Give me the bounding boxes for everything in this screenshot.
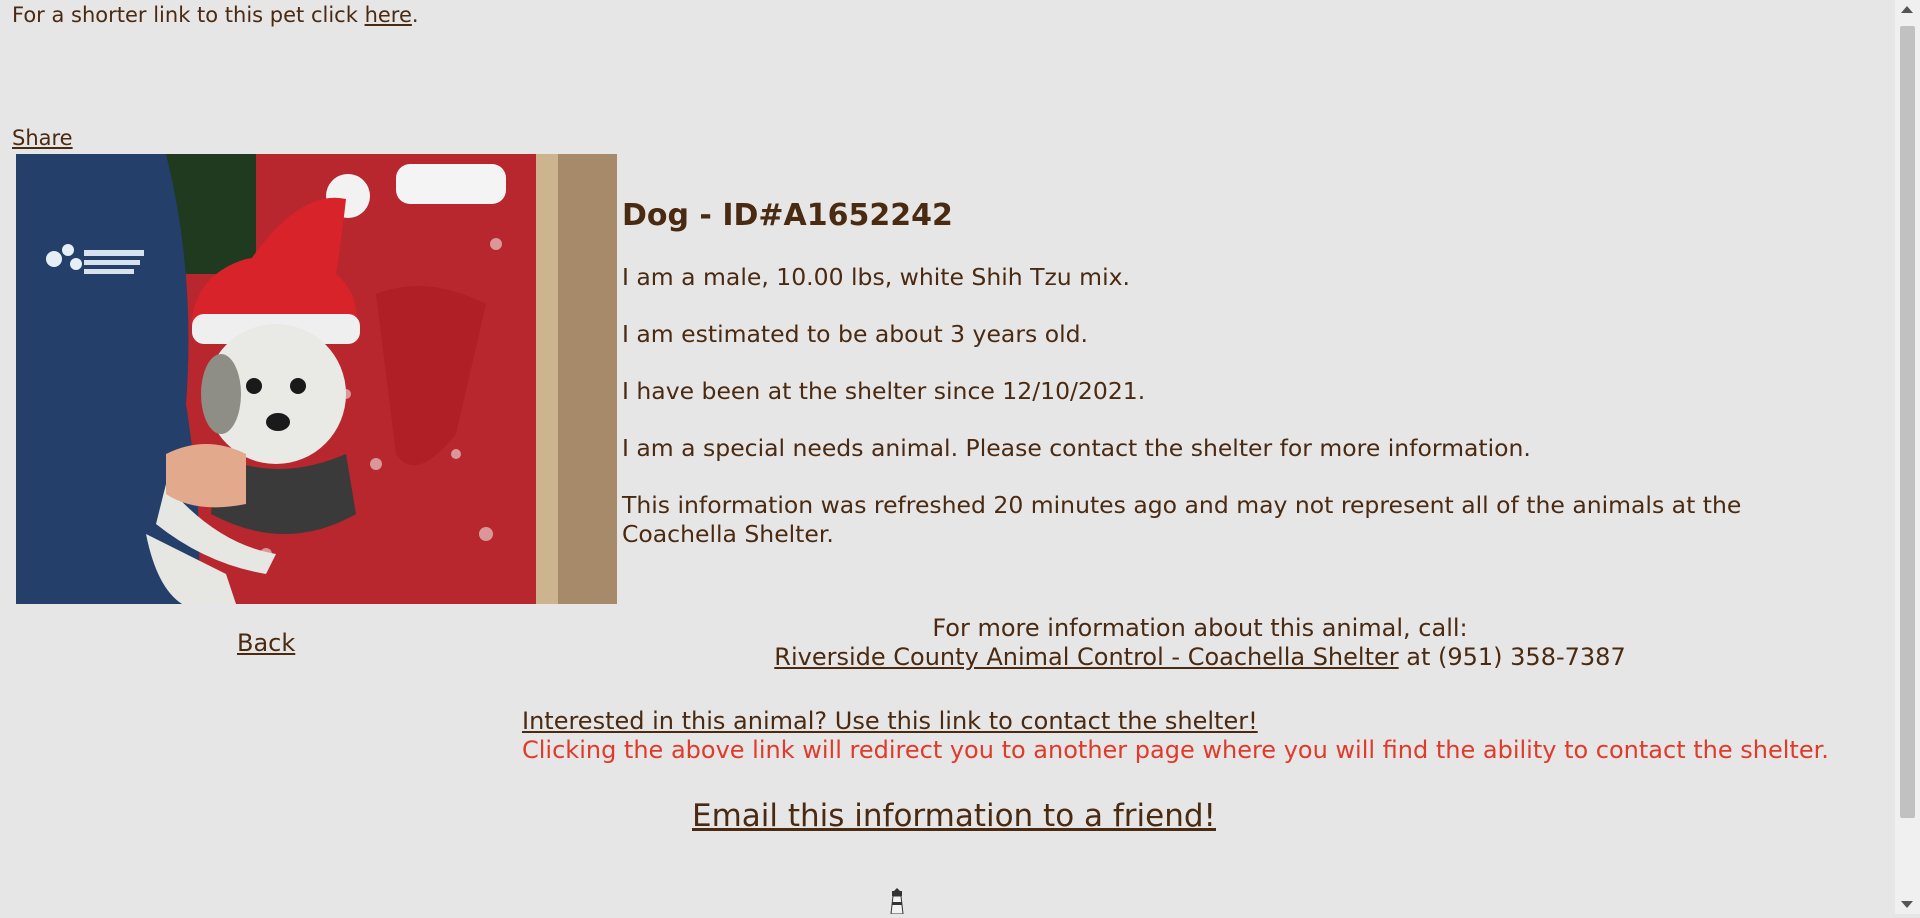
pet-title: Dog - ID#A1652242 xyxy=(622,198,953,233)
scroll-thumb[interactable] xyxy=(1900,26,1915,818)
shelter-link[interactable]: Riverside County Animal Control - Coache… xyxy=(774,643,1398,671)
shelter-phone: at (951) 358-7387 xyxy=(1398,643,1626,671)
pet-description: I am a male, 10.00 lbs, white Shih Tzu m… xyxy=(622,263,1130,291)
lighthouse-icon xyxy=(888,888,906,915)
scroll-up-icon[interactable] xyxy=(1901,6,1913,13)
vertical-scrollbar[interactable] xyxy=(1895,0,1920,914)
short-link-here[interactable]: here xyxy=(365,3,412,27)
short-link-suffix: . xyxy=(411,3,419,27)
pet-special-needs: I am a special needs animal. Please cont… xyxy=(622,434,1531,462)
pet-age: I am estimated to be about 3 years old. xyxy=(622,320,1088,348)
short-link-line: For a shorter link to this pet click her… xyxy=(12,3,419,27)
contact-info: For more information about this animal, … xyxy=(622,614,1778,672)
contact-line: Riverside County Animal Control - Coache… xyxy=(622,643,1778,672)
email-friend-link[interactable]: Email this information to a friend! xyxy=(692,798,1216,834)
pet-refreshed: This information was refreshed 20 minute… xyxy=(622,491,1742,548)
pet-photo xyxy=(16,154,617,604)
contact-shelter-link[interactable]: Interested in this animal? Use this link… xyxy=(522,707,1258,735)
share-link[interactable]: Share xyxy=(12,126,73,150)
short-link-prefix: For a shorter link to this pet click xyxy=(12,3,365,27)
interest-section: Interested in this animal? Use this link… xyxy=(522,707,1829,765)
redirect-note: Clicking the above link will redirect yo… xyxy=(522,736,1829,764)
scroll-down-icon[interactable] xyxy=(1901,901,1913,908)
pet-since: I have been at the shelter since 12/10/2… xyxy=(622,377,1146,405)
contact-intro: For more information about this animal, … xyxy=(932,614,1468,642)
back-link[interactable]: Back xyxy=(237,629,295,657)
pet-details: Dog - ID#A1652242 I am a male, 10.00 lbs… xyxy=(622,198,1822,577)
